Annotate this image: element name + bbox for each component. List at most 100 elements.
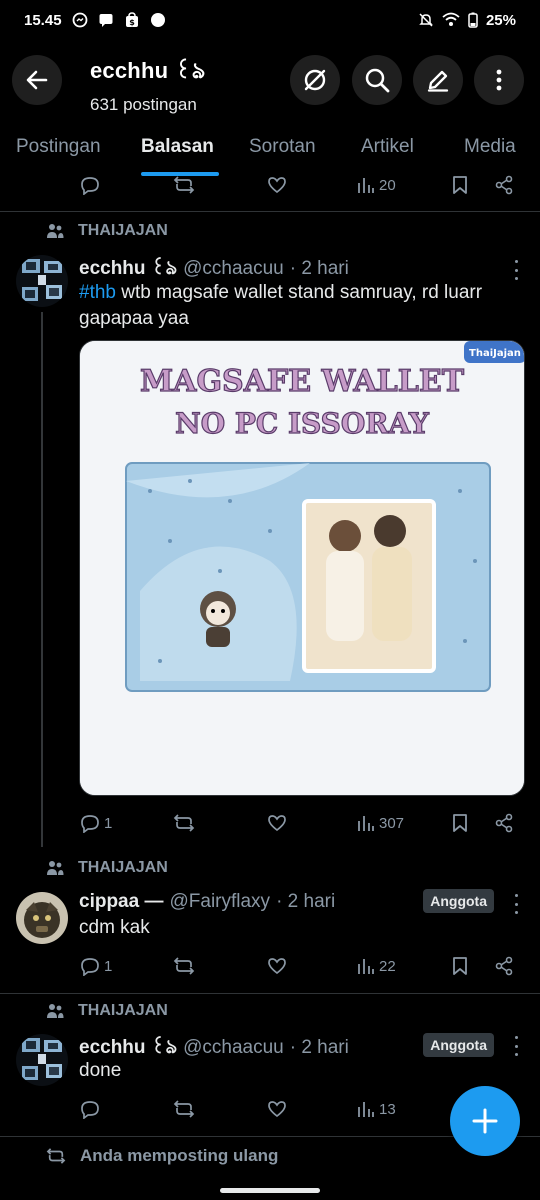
community-icon	[47, 224, 64, 238]
svg-text:$: $	[129, 18, 135, 27]
post-time: · 2 hari	[289, 258, 349, 279]
post-more-button[interactable]	[512, 894, 520, 914]
repost-button[interactable]	[173, 170, 195, 200]
avatar-image	[16, 892, 68, 944]
post-text: #thb wtb magsafe wallet stand samruay, r…	[79, 280, 519, 332]
community-context[interactable]: THAIJAJAN	[46, 1002, 168, 1020]
repost-icon	[46, 1148, 66, 1164]
views-chart-icon	[358, 959, 374, 974]
bookmark-button[interactable]	[451, 951, 469, 981]
thread-line	[41, 312, 43, 847]
share-button[interactable]	[494, 808, 514, 838]
grok-icon	[304, 69, 326, 91]
battery-level: 25%	[485, 11, 516, 29]
repost-button[interactable]	[173, 1094, 195, 1124]
heart-icon	[268, 1101, 286, 1118]
plus-icon	[472, 1108, 498, 1134]
profile-header: ecchhu ꒰ঌ 631 postingan	[0, 48, 540, 116]
share-icon	[495, 813, 513, 833]
post-text-body: wtb magsafe wallet stand samruay, rd lua…	[79, 282, 483, 329]
views-button[interactable]: 22	[357, 951, 396, 981]
divider	[0, 993, 540, 994]
like-button[interactable]	[267, 808, 287, 838]
community-context[interactable]: THAIJAJAN	[46, 859, 168, 877]
share-icon	[495, 175, 513, 195]
reply-button[interactable]	[80, 1094, 100, 1124]
community-icon	[47, 1004, 64, 1018]
mute-icon	[418, 12, 434, 28]
tab-artikel[interactable]: Artikel	[361, 136, 414, 158]
bookmark-button[interactable]	[451, 170, 469, 200]
avatar[interactable]	[16, 1034, 68, 1086]
repost-icon	[173, 176, 195, 194]
pencil-icon	[427, 70, 449, 92]
author-handle[interactable]: @cchaacuu	[183, 258, 284, 280]
post-text: cdm kak	[79, 917, 150, 938]
post-more-button[interactable]	[512, 260, 520, 280]
profile-name: ecchhu ꒰ঌ	[90, 58, 206, 83]
status-time: 15.45	[24, 11, 62, 29]
compose-post-button[interactable]	[450, 1086, 520, 1156]
community-context[interactable]: THAIJAJAN	[46, 222, 168, 240]
bookmark-button[interactable]	[451, 808, 469, 838]
reply-count: 1	[104, 957, 113, 975]
views-button[interactable]: 13	[357, 1094, 396, 1124]
product-title-line1: MAGSAFE WALLET	[140, 364, 465, 399]
avatar-image	[16, 1034, 68, 1086]
author-handle[interactable]: @Fairyflaxy	[169, 891, 270, 913]
views-chart-icon	[358, 1102, 374, 1117]
post-more-button[interactable]	[512, 1036, 520, 1056]
post-header: cippaa — @Fairyflaxy · 2 hari	[79, 891, 335, 913]
reply-button[interactable]: 1	[80, 808, 112, 838]
profile-tabs: Postingan Balasan Sorotan Artikel Media	[0, 124, 540, 176]
share-icon	[495, 956, 513, 976]
heart-icon	[268, 958, 286, 975]
tab-balasan[interactable]: Balasan	[141, 136, 214, 158]
author-name[interactable]: cippaa —	[79, 891, 163, 913]
views-count: 22	[379, 957, 396, 975]
hashtag-link[interactable]: #thb	[79, 282, 116, 303]
author-handle[interactable]: @cchaacuu	[183, 1037, 284, 1059]
tab-postingan[interactable]: Postingan	[16, 136, 101, 158]
edit-button[interactable]	[413, 55, 463, 105]
reply-icon	[81, 1101, 99, 1119]
repost-button[interactable]	[173, 951, 195, 981]
avatar[interactable]	[16, 892, 68, 944]
back-button[interactable]	[12, 55, 62, 105]
bookmark-icon	[453, 957, 467, 975]
like-button[interactable]	[267, 951, 287, 981]
home-indicator[interactable]	[220, 1188, 320, 1193]
like-button[interactable]	[267, 170, 287, 200]
reply-icon	[81, 958, 99, 976]
watermark-text: ThaiJajan	[469, 348, 521, 359]
views-button[interactable]: 307	[357, 808, 404, 838]
repost-icon	[173, 1100, 195, 1118]
tab-media[interactable]: Media	[464, 136, 516, 158]
divider	[0, 211, 540, 212]
more-options-button[interactable]	[474, 55, 524, 105]
reply-icon	[81, 177, 99, 195]
views-button[interactable]: 20	[357, 170, 396, 200]
post-time: · 2 hari	[289, 1037, 349, 1058]
tab-sorotan[interactable]: Sorotan	[249, 136, 316, 158]
search-button[interactable]	[352, 55, 402, 105]
share-button[interactable]	[494, 951, 514, 981]
views-count: 13	[379, 1100, 396, 1118]
repost-context: Anda memposting ulang	[46, 1146, 278, 1166]
community-name: THAIJAJAN	[78, 859, 168, 876]
post-image[interactable]: ThaiJajan MAGSAFE WALLET NO PC ISSORAY	[79, 340, 525, 796]
views-count: 20	[379, 176, 396, 194]
share-button[interactable]	[494, 170, 514, 200]
like-button[interactable]	[267, 1094, 287, 1124]
repost-button[interactable]	[173, 808, 195, 838]
more-vertical-icon	[496, 69, 502, 91]
reply-button[interactable]	[80, 170, 100, 200]
avatar[interactable]	[16, 255, 68, 307]
views-chart-icon	[358, 178, 374, 193]
reply-count: 1	[104, 814, 113, 832]
post-actions: 1 22	[0, 951, 540, 981]
reply-button[interactable]: 1	[80, 951, 112, 981]
grok-button[interactable]	[290, 55, 340, 105]
prev-post-actions: 20	[0, 170, 540, 200]
battery-icon	[468, 12, 478, 28]
